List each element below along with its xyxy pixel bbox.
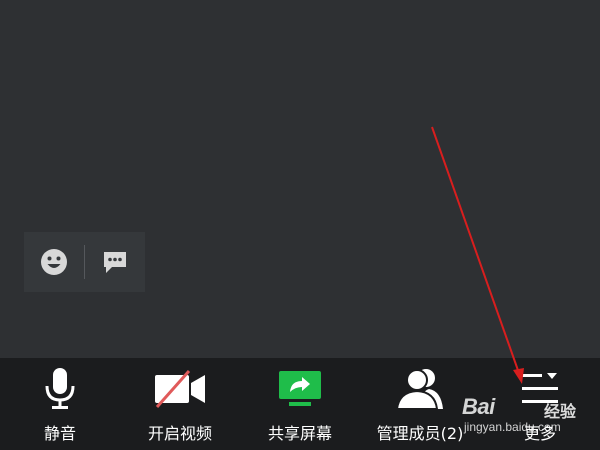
share-screen-icon — [279, 371, 321, 406]
share-screen-label: 共享屏幕 — [267, 424, 332, 443]
share-screen-button[interactable]: 共享屏幕 — [240, 358, 360, 450]
manage-members-label: 管理成员(2) — [376, 424, 464, 443]
start-video-label: 开启视频 — [147, 424, 212, 443]
video-stage — [0, 0, 600, 358]
emoji-button[interactable] — [24, 232, 84, 292]
microphone-icon — [45, 368, 75, 409]
emoji-icon — [41, 249, 67, 275]
members-icon — [395, 369, 443, 410]
reaction-panel — [24, 232, 145, 292]
mute-label: 静音 — [43, 424, 76, 443]
more-menu-icon — [522, 373, 558, 403]
start-video-button[interactable]: 开启视频 — [120, 358, 240, 450]
mute-button[interactable]: 静音 — [0, 358, 120, 450]
meeting-toolbar: 静音 开启视频 共享屏幕 管理成员(2) 更多 — [0, 358, 600, 450]
video-off-icon — [155, 370, 205, 408]
chat-icon — [104, 252, 126, 273]
chat-button[interactable] — [85, 232, 145, 292]
more-label: 更多 — [523, 424, 556, 443]
more-button[interactable]: 更多 — [480, 358, 600, 450]
manage-members-button[interactable]: 管理成员(2) — [360, 358, 480, 450]
